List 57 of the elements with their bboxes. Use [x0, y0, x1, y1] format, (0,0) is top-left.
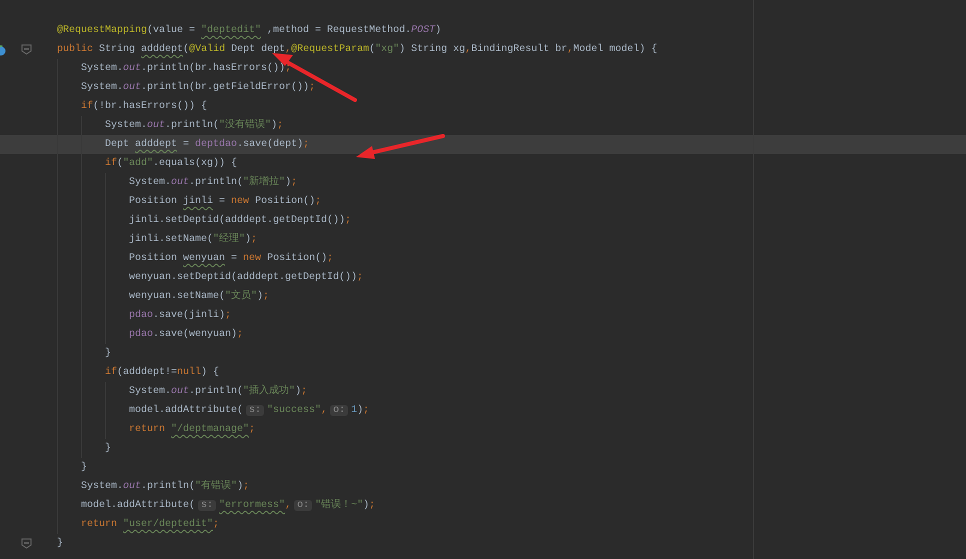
- code-line: }: [105, 346, 112, 361]
- editor-line[interactable]: return "/deptmanage";: [0, 420, 966, 439]
- editor-line[interactable]: wenyuan.setName("文员");: [0, 287, 966, 306]
- editor-line[interactable]: System.out.println(br.getFieldError());: [0, 78, 966, 97]
- code-line: wenyuan.setDeptid(adddept.getDeptId());: [129, 270, 364, 285]
- code-line: System.out.println("插入成功");: [129, 384, 308, 399]
- code-line: Position jinli = new Position();: [129, 194, 322, 209]
- code-line: return "user/deptedit";: [81, 518, 220, 532]
- editor-line[interactable]: }: [0, 534, 966, 553]
- editor-line[interactable]: jinli.setDeptid(adddept.getDeptId());: [0, 211, 966, 230]
- code-line: model.addAttribute( s: "success", o: 1);: [129, 404, 370, 418]
- code-line: model.addAttribute( s: "errormess", o: "错误！~");: [81, 498, 376, 513]
- code-line: pdao.save(wenyuan);: [129, 328, 244, 342]
- editor-line[interactable]: Position jinli = new Position();: [0, 192, 966, 211]
- editor-line[interactable]: if(!br.hasErrors()) {: [0, 97, 966, 116]
- code-line: wenyuan.setName("文员");: [129, 288, 270, 304]
- editor-line[interactable]: jinli.setName("经理");: [0, 230, 966, 249]
- editor-line[interactable]: System.out.println("新增拉");: [0, 173, 966, 192]
- code-line: System.out.println("新增拉");: [129, 174, 298, 190]
- code-line: if(adddept!=null) {: [105, 366, 220, 380]
- code-line: if(!br.hasErrors()) {: [81, 100, 208, 114]
- editor-line[interactable]: if(adddept!=null) {: [0, 363, 966, 382]
- code-line: return "/deptmanage";: [129, 422, 256, 437]
- editor-line[interactable]: }: [0, 458, 966, 477]
- editor-line[interactable]: Position wenyuan = new Position();: [0, 249, 966, 268]
- editor-line[interactable]: pdao.save(jinli);: [0, 306, 966, 325]
- code-line: }: [81, 460, 88, 475]
- code-line: System.out.println("有错误");: [81, 479, 250, 494]
- code-line: System.out.println(br.hasErrors());: [81, 62, 292, 76]
- code-line: @RequestMapping(value = "deptedit" ,method = RequestMethod.POST): [57, 24, 442, 38]
- code-line: jinli.setDeptid(adddept.getDeptId());: [129, 214, 352, 228]
- editor-line[interactable]: System.out.println(br.hasErrors());: [0, 59, 966, 78]
- editor-line[interactable]: model.addAttribute( s: "success", o: 1);: [0, 401, 966, 420]
- editor-line[interactable]: if("add".equals(xg)) {: [0, 154, 966, 173]
- fold-icon[interactable]: [21, 538, 32, 549]
- editor-line[interactable]: System.out.println("有错误");: [0, 477, 966, 496]
- code-line: if("add".equals(xg)) {: [105, 156, 238, 171]
- code-line: System.out.println("没有错误");: [105, 118, 284, 133]
- code-line: Dept adddept = deptdao.save(dept);: [105, 138, 310, 152]
- code-line: }: [105, 442, 112, 456]
- editor-line[interactable]: }: [0, 344, 966, 363]
- editor-line[interactable]: pdao.save(wenyuan);: [0, 325, 966, 344]
- code-line: public String adddept(@Valid Dept dept,@RequestParam("xg") String xg,BindingResult br,Model model) {: [57, 42, 658, 57]
- fold-icon[interactable]: [21, 44, 32, 55]
- editor-line[interactable]: }: [0, 439, 966, 458]
- code-line: pdao.save(jinli);: [129, 308, 232, 323]
- editor-line[interactable]: wenyuan.setDeptid(adddept.getDeptId());: [0, 268, 966, 287]
- code-line: Position wenyuan = new Position();: [129, 252, 334, 266]
- editor-line[interactable]: public String adddept(@Valid Dept dept,@RequestParam("xg") String xg,BindingResult br,Model model) {: [0, 40, 966, 59]
- editor-line[interactable]: model.addAttribute( s: "errormess", o: "错误！~");: [0, 496, 966, 515]
- code-line: System.out.println(br.getFieldError());: [81, 80, 316, 95]
- bean-icon[interactable]: [0, 44, 7, 56]
- editor-line[interactable]: @RequestMapping(value = "deptedit" ,method = RequestMethod.POST): [0, 21, 966, 40]
- code-line: jinli.setName("经理");: [129, 232, 258, 247]
- editor-line[interactable]: return "user/deptedit";: [0, 515, 966, 534]
- editor-line[interactable]: System.out.println("插入成功");: [0, 382, 966, 401]
- code-line: }: [57, 536, 64, 551]
